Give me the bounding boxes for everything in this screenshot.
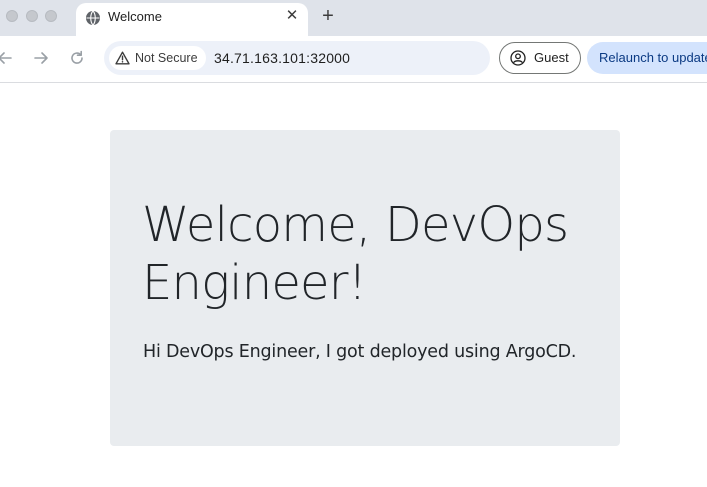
relaunch-update-button[interactable]: Relaunch to update bbox=[587, 42, 707, 74]
minimize-window-button[interactable] bbox=[26, 10, 38, 22]
maximize-window-button[interactable] bbox=[45, 10, 57, 22]
security-label: Not Secure bbox=[135, 51, 198, 65]
reload-icon[interactable] bbox=[68, 49, 86, 67]
browser-window: Welcome ✕ + Not Secure 34.71.163.101:320… bbox=[0, 0, 707, 487]
globe-icon bbox=[86, 10, 100, 26]
tab-strip: Welcome ✕ + bbox=[0, 0, 707, 36]
browser-toolbar: Not Secure 34.71.163.101:32000 Guest Rel… bbox=[0, 36, 707, 103]
jumbotron: Welcome, DevOps Engineer! Hi DevOps Engi… bbox=[110, 130, 620, 446]
forward-arrow-icon[interactable] bbox=[32, 49, 50, 67]
guest-profile-button[interactable]: Guest bbox=[499, 42, 581, 74]
url-text[interactable]: 34.71.163.101:32000 bbox=[214, 50, 350, 66]
close-window-button[interactable] bbox=[6, 10, 18, 22]
new-tab-button[interactable]: + bbox=[318, 6, 338, 27]
page-title: Welcome, DevOps Engineer! bbox=[142, 197, 569, 311]
security-indicator[interactable]: Not Secure bbox=[109, 46, 206, 70]
profile-icon bbox=[510, 50, 526, 66]
tab-title: Welcome bbox=[108, 9, 162, 24]
guest-label: Guest bbox=[534, 50, 569, 65]
back-arrow-icon[interactable] bbox=[0, 49, 14, 67]
address-bar[interactable]: Not Secure 34.71.163.101:32000 bbox=[104, 41, 490, 75]
tab-welcome[interactable]: Welcome ✕ bbox=[76, 3, 308, 36]
warning-icon bbox=[115, 51, 130, 65]
lead-text: Hi DevOps Engineer, I got deployed using… bbox=[143, 342, 577, 362]
relaunch-label: Relaunch to update bbox=[599, 50, 707, 65]
close-tab-icon[interactable]: ✕ bbox=[284, 8, 300, 24]
page-content: Welcome, DevOps Engineer! Hi DevOps Engi… bbox=[0, 83, 707, 487]
